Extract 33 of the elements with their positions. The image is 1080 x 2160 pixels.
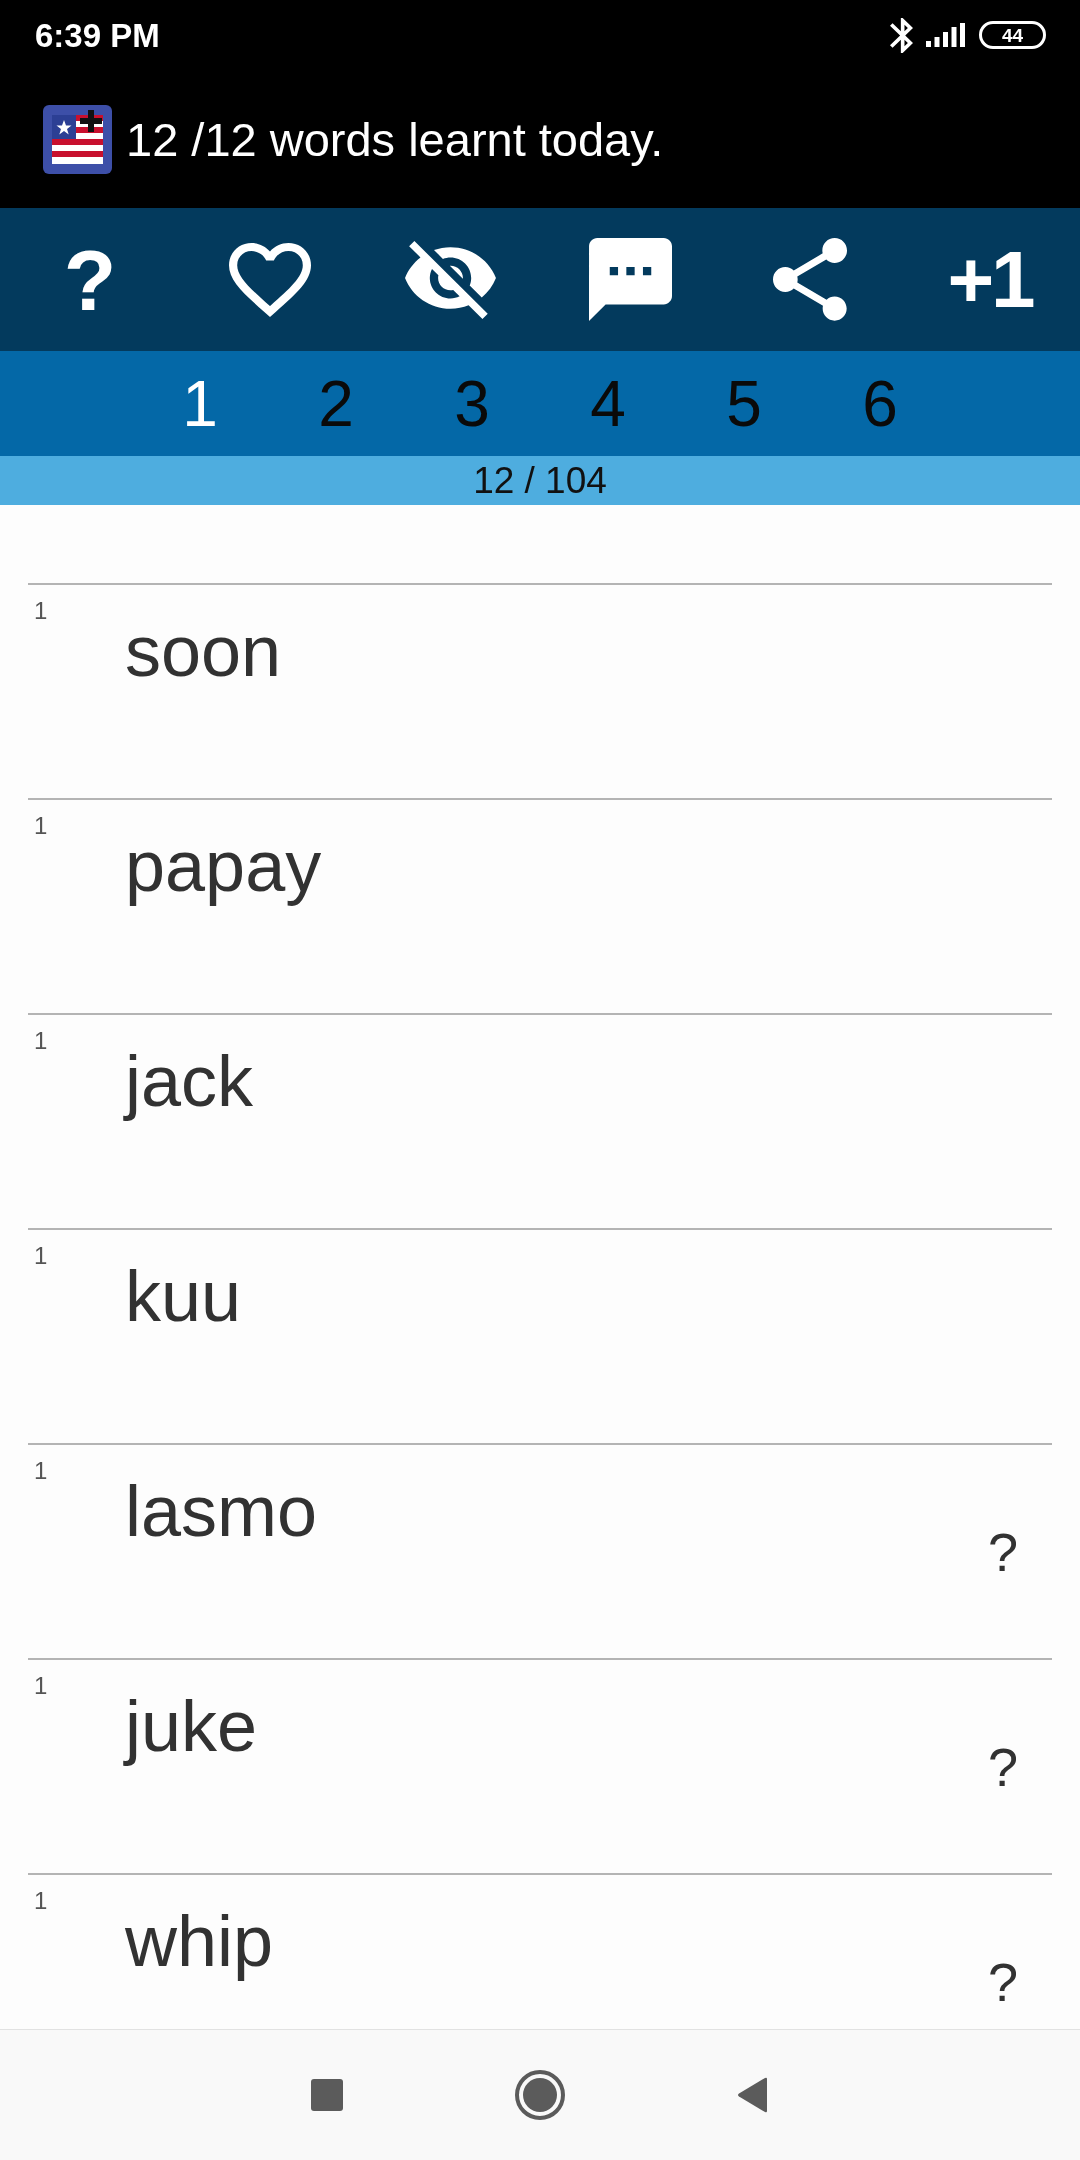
signal-icon bbox=[926, 23, 966, 47]
word-text[interactable]: lasmo bbox=[125, 1468, 318, 1554]
square-icon bbox=[311, 2079, 343, 2111]
heart-icon bbox=[229, 242, 311, 317]
progress-counter: 12 / 104 bbox=[473, 462, 607, 499]
question-mark: ? bbox=[987, 1951, 1018, 2014]
share-icon bbox=[773, 238, 847, 321]
word-text[interactable]: jack bbox=[125, 1038, 254, 1124]
word-text[interactable]: soon bbox=[125, 608, 282, 694]
flag-icon bbox=[43, 104, 112, 174]
count-label: 1 bbox=[34, 1026, 49, 1055]
help-button[interactable]: ? bbox=[55, 236, 125, 323]
bluetooth-icon bbox=[890, 17, 913, 53]
question-mark: ? bbox=[987, 1736, 1018, 1799]
plus-one-button[interactable]: +1 bbox=[943, 239, 1037, 320]
status-time: 6:39 PM bbox=[35, 18, 160, 52]
level-tab[interactable]: 1 bbox=[132, 371, 268, 436]
count-label: 1 bbox=[34, 1241, 49, 1270]
word-text[interactable]: kuu bbox=[125, 1253, 242, 1339]
word-text[interactable]: juke bbox=[125, 1683, 258, 1769]
count-label: 1 bbox=[34, 1456, 49, 1485]
question-mark: ? bbox=[987, 1521, 1018, 1584]
word-text[interactable]: whip bbox=[125, 1898, 274, 1984]
count-label: 1 bbox=[34, 1671, 49, 1700]
chat-bubble-icon bbox=[588, 238, 672, 321]
count-label: 1 bbox=[34, 596, 49, 625]
word-text[interactable]: papay bbox=[125, 823, 322, 909]
battery-indicator: 44 bbox=[979, 21, 1046, 49]
back-icon bbox=[737, 2077, 769, 2113]
count-label: 1 bbox=[34, 1886, 49, 1915]
home-icon bbox=[515, 2070, 565, 2120]
eye-off-icon bbox=[404, 240, 496, 319]
count-label: 1 bbox=[34, 811, 49, 840]
